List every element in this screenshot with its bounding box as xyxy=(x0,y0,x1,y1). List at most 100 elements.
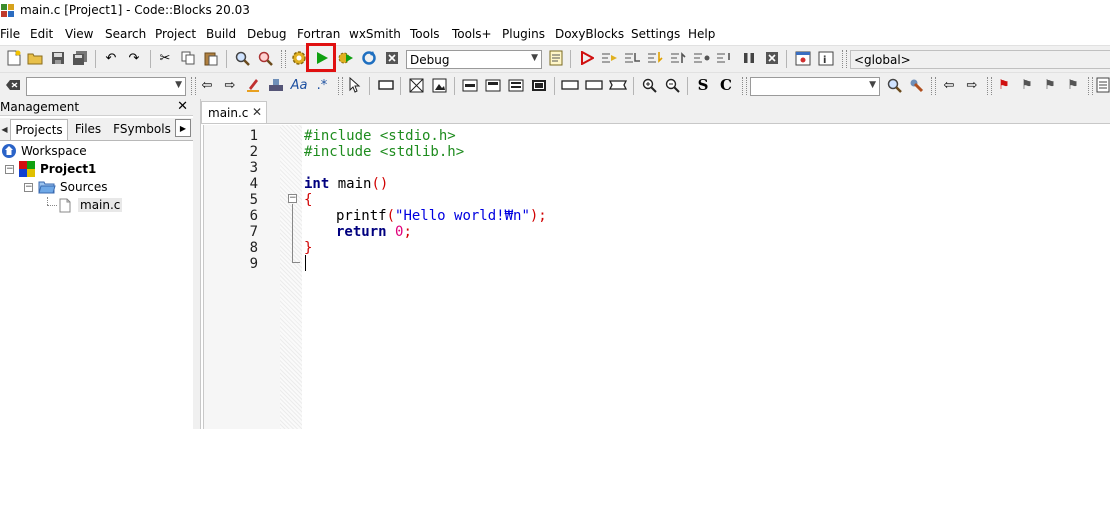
menu-debug[interactable]: Debug xyxy=(247,27,286,41)
rebuild-icon[interactable] xyxy=(360,49,378,67)
svg-text:i: i xyxy=(823,55,826,66)
menu-build[interactable]: Build xyxy=(206,27,236,41)
clear-bookmarks-icon[interactable]: ⚑ xyxy=(1064,76,1082,94)
menu-edit[interactable]: Edit xyxy=(30,27,53,41)
menu-tools-plus[interactable]: Tools+ xyxy=(452,27,492,41)
run-to-cursor-icon[interactable] xyxy=(601,49,619,67)
panel-splitter[interactable] xyxy=(193,99,201,429)
replace-icon[interactable] xyxy=(256,49,274,67)
box-icon[interactable] xyxy=(377,76,395,94)
menu-doxyblocks[interactable]: DoxyBlocks xyxy=(555,27,624,41)
window-title: main.c [Project1] - Code::Blocks 20.03 xyxy=(20,3,250,17)
c-icon[interactable]: C xyxy=(717,76,735,94)
menu-project[interactable]: Project xyxy=(155,27,196,41)
save-icon[interactable] xyxy=(49,49,67,67)
symbol-combo[interactable]: ▼ xyxy=(750,77,880,96)
arrow-right-icon[interactable]: ⇨ xyxy=(221,76,239,94)
show-select-target-icon[interactable] xyxy=(547,49,565,67)
zoom-in-icon[interactable] xyxy=(640,76,658,94)
open-folder-icon[interactable] xyxy=(26,49,44,67)
regex-icon[interactable]: .* xyxy=(313,76,331,94)
tree-file-main-c[interactable]: main.c xyxy=(59,196,123,214)
tab-projects[interactable]: Projects xyxy=(10,119,68,140)
tree-workspace[interactable]: Workspace xyxy=(1,142,87,160)
layout-3-icon[interactable] xyxy=(507,76,525,94)
pause-icon[interactable] xyxy=(740,49,758,67)
step-into-icon[interactable] xyxy=(647,49,665,67)
menu-settings[interactable]: Settings xyxy=(631,27,680,41)
collapse-icon[interactable]: − xyxy=(5,164,14,174)
todo-list-icon[interactable] xyxy=(1094,76,1110,94)
frame-2-icon[interactable] xyxy=(585,76,603,94)
next-line-icon[interactable] xyxy=(624,49,642,67)
step-out-icon[interactable] xyxy=(670,49,688,67)
scope-select[interactable]: <global> xyxy=(850,50,1110,69)
prev-bookmark-icon[interactable]: ⚑ xyxy=(1018,76,1036,94)
tab-scroll-right-icon[interactable]: ▶ xyxy=(175,119,191,137)
tree-sources[interactable]: − Sources xyxy=(24,178,107,196)
image-edit-icon[interactable] xyxy=(430,76,448,94)
bookmark-flag-icon[interactable]: ⚑ xyxy=(995,76,1013,94)
paste-icon[interactable] xyxy=(202,49,220,67)
code-editor[interactable]: 1 2 3 4 5 6 7 8 9 − #include <stdio.h> #… xyxy=(203,125,1110,429)
menu-plugins[interactable]: Plugins xyxy=(502,27,545,41)
tab-fsymbols[interactable]: FSymbols xyxy=(110,119,174,139)
menu-help[interactable]: Help xyxy=(688,27,715,41)
various-info-icon[interactable]: i xyxy=(817,49,835,67)
redo-icon[interactable]: ↷ xyxy=(125,49,143,67)
tab-scroll-left-icon[interactable]: ◀ xyxy=(0,119,9,139)
abort-icon[interactable] xyxy=(383,49,401,67)
zoom-out-icon[interactable] xyxy=(663,76,681,94)
menu-file[interactable]: File xyxy=(0,27,20,41)
forward-arrow-icon[interactable]: ⇨ xyxy=(963,76,981,94)
highlight-pen-icon[interactable] xyxy=(244,76,262,94)
stamp-icon[interactable] xyxy=(267,76,285,94)
layout-4-icon[interactable] xyxy=(530,76,548,94)
file-label: main.c xyxy=(78,198,123,212)
stop-debugger-icon[interactable] xyxy=(763,49,781,67)
next-bookmark-icon[interactable]: ⚑ xyxy=(1041,76,1059,94)
s-icon[interactable]: S xyxy=(694,76,712,94)
build-and-run-icon[interactable] xyxy=(337,49,355,67)
search-combo[interactable]: ▼ xyxy=(26,77,186,96)
tree-project[interactable]: − Project1 xyxy=(5,160,96,178)
settings-wrench-icon[interactable] xyxy=(907,76,925,94)
debug-continue-icon[interactable] xyxy=(578,49,596,67)
close-icon[interactable]: ✕ xyxy=(177,99,188,114)
layout-1-icon[interactable] xyxy=(461,76,479,94)
toggle-panel-icon[interactable] xyxy=(407,76,425,94)
arrow-left-icon[interactable]: ⇦ xyxy=(198,76,216,94)
menu-wxsmith[interactable]: wxSmith xyxy=(349,27,401,41)
search-icon[interactable] xyxy=(885,76,903,94)
cut-icon[interactable]: ✂ xyxy=(156,49,174,67)
collapse-icon[interactable]: − xyxy=(24,182,33,192)
copy-icon[interactable] xyxy=(179,49,197,67)
save-all-icon[interactable] xyxy=(71,49,89,67)
undo-icon[interactable]: ↶ xyxy=(102,49,120,67)
layout-2-icon[interactable] xyxy=(484,76,502,94)
new-file-icon[interactable] xyxy=(5,49,23,67)
back-arrow-icon[interactable]: ⇦ xyxy=(940,76,958,94)
project-icon xyxy=(19,161,35,177)
match-case-icon[interactable]: Aa xyxy=(290,76,308,94)
next-instruction-icon[interactable] xyxy=(693,49,711,67)
menu-fortran[interactable]: Fortran xyxy=(297,27,340,41)
clear-search-icon[interactable] xyxy=(4,76,22,94)
step-into-instruction-icon[interactable] xyxy=(716,49,734,67)
build-target-select[interactable]: Debug ▼ xyxy=(406,50,542,69)
menu-search[interactable]: Search xyxy=(105,27,146,41)
pointer-icon[interactable] xyxy=(346,76,364,94)
frame-3-icon[interactable] xyxy=(609,76,627,94)
frame-1-icon[interactable] xyxy=(561,76,579,94)
fold-end xyxy=(292,262,300,263)
menu-view[interactable]: View xyxy=(65,27,93,41)
code-line-5: { xyxy=(304,192,313,208)
fold-toggle-icon[interactable]: − xyxy=(288,194,297,203)
editor-tab-main-c[interactable]: main.c ✕ xyxy=(201,101,267,123)
find-icon[interactable] xyxy=(233,49,251,67)
debug-windows-icon[interactable] xyxy=(794,49,812,67)
close-icon[interactable]: ✕ xyxy=(252,105,262,119)
menu-tools[interactable]: Tools xyxy=(410,27,440,41)
code-line-6: printf("Hello world!₩n"); xyxy=(336,208,547,224)
tab-files[interactable]: Files xyxy=(68,119,108,139)
